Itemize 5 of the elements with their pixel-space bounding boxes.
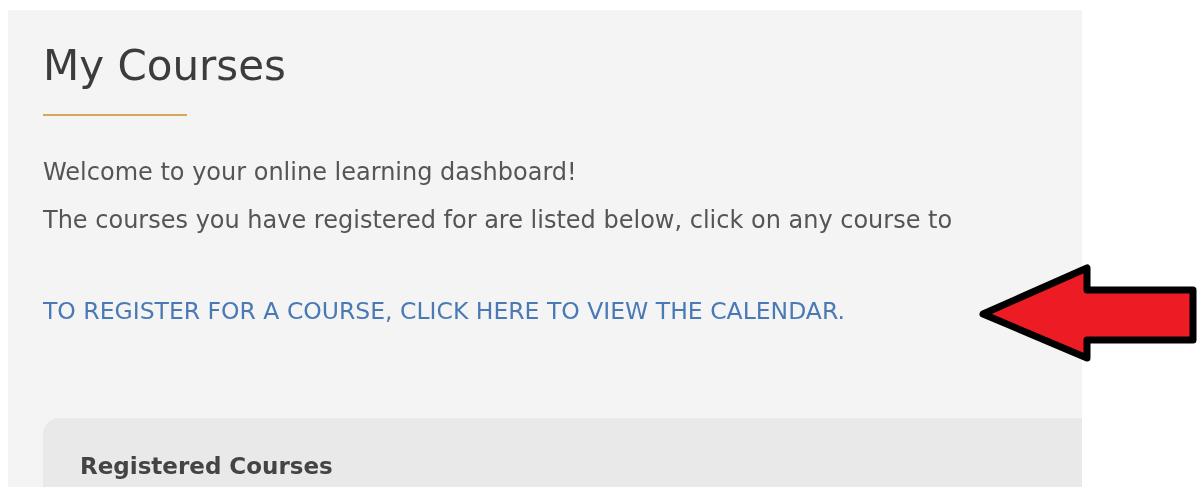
page-title: My Courses: [43, 40, 286, 92]
intro-text: The courses you have registered for are listed below, click on any course to: [43, 205, 953, 236]
registered-courses-heading: Registered Courses: [80, 452, 333, 481]
intro-text: Welcome to your online learning dashboard!: [43, 157, 577, 188]
register-calendar-link[interactable]: TO REGISTER FOR A COURSE, CLICK HERE TO VIEW THE CALENDAR.: [43, 294, 845, 328]
